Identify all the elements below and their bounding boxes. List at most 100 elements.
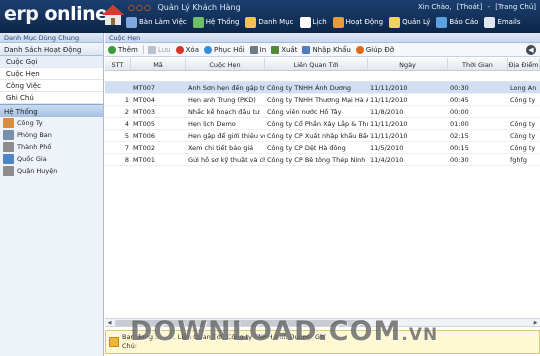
column-header-code[interactable]: Mã: [131, 58, 186, 70]
export-button[interactable]: Xuất: [271, 45, 297, 54]
sidebar-section-activities[interactable]: Danh Sách Hoạt Động: [0, 43, 103, 56]
app-logo[interactable]: erp online: [4, 3, 108, 25]
sidebar-item-company[interactable]: Công Ty: [0, 117, 103, 129]
appointments-grid: STT Mã Cuộc Hẹn Liên Quan Tới Ngày Thời …: [105, 58, 540, 166]
import-icon: [302, 45, 311, 54]
system-icon: [192, 16, 204, 28]
city-icon: [3, 142, 14, 152]
stt-cell: 1: [124, 96, 129, 104]
company-icon: [3, 118, 14, 128]
sidebar-item-country[interactable]: Quốc Gia: [0, 153, 103, 165]
folder-icon: [245, 16, 257, 28]
sidebar: Danh Mục Dùng Chung Danh Sách Hoạt Động …: [0, 33, 104, 356]
related-cell: Công ty TNHH Thương Mại Hà Anh: [267, 96, 368, 104]
save-icon: [147, 45, 156, 54]
code-cell: MT003: [133, 108, 155, 116]
help-button[interactable]: Giúp Đỡ: [355, 45, 394, 54]
sidebar-title: Danh Mục Dùng Chung: [0, 33, 103, 43]
help-icon: [355, 45, 364, 54]
column-header-date[interactable]: Ngày: [368, 58, 448, 70]
code-cell: MT006: [133, 132, 155, 140]
location-cell: Công ty: [510, 120, 536, 128]
sidebar-item-city[interactable]: Thành Phố: [0, 141, 103, 153]
home-icon[interactable]: [101, 4, 125, 26]
top-navigation: Bàn Làm Việc Hệ Thống Danh Mục Lịch Hoạt Độn…: [126, 14, 527, 30]
time-cell: 00:00: [450, 108, 469, 116]
sidebar-item-notes[interactable]: Ghi Chú: [0, 92, 103, 104]
table-row[interactable]: 2 MT003 Nhắc kế hoạch đầu tư Công viên nước…: [105, 106, 540, 118]
column-header-appointment[interactable]: Cuộc Hẹn: [186, 58, 265, 70]
nav-item-desk[interactable]: Bàn Làm Việc: [126, 16, 187, 28]
department-icon: [3, 130, 14, 140]
delete-icon: [175, 45, 184, 54]
date-cell: 11/4/2010: [370, 156, 404, 164]
back-arrow-icon[interactable]: ◀: [526, 45, 536, 55]
nav-item-system[interactable]: Hệ Thống: [192, 16, 239, 28]
location-cell: Long An: [510, 84, 537, 92]
table-row[interactable]: 4 MT005 Hẹn lịch Demo Công ty Cổ Phần Xây L…: [105, 118, 540, 130]
appointment-cell: Nhắc kế hoạch đầu tư: [188, 108, 260, 116]
sidebar-section-system[interactable]: Hệ Thống: [0, 104, 103, 117]
code-cell: MT002: [133, 144, 155, 152]
nav-item-manage[interactable]: Quản Lý: [389, 16, 430, 28]
desk-icon: [126, 16, 137, 28]
sidebar-item-calls[interactable]: Cuộc Gọi: [0, 56, 103, 68]
stt-cell: [105, 82, 131, 93]
table-row[interactable]: 1 MT004 Hẹn anh Trung (PKD) Công ty TNHH Th…: [105, 94, 540, 106]
location-cell: Công ty: [510, 144, 536, 152]
scroll-left-icon[interactable]: ◀: [106, 320, 113, 326]
watermark: DOWNLOAD.COM.VN: [130, 316, 439, 347]
related-cell: Công viên nước Hồ Tây: [267, 108, 342, 116]
logout-link[interactable]: [Thoát]: [457, 3, 483, 11]
time-cell: 00:30: [450, 156, 469, 164]
country-icon: [3, 154, 14, 164]
scroll-right-icon[interactable]: ▶: [532, 320, 539, 326]
sidebar-item-appointments[interactable]: Cuộc Hẹn: [0, 68, 103, 80]
print-button[interactable]: In: [249, 45, 266, 54]
column-header-location[interactable]: Địa Điểm: [508, 58, 540, 70]
table-row[interactable]: 7 MT002 Xem chi tiết báo giá Công ty CP Dệt…: [105, 142, 540, 154]
grid-filter-row[interactable]: [105, 71, 540, 82]
nav-item-activity[interactable]: Hoạt Động: [332, 16, 383, 28]
save-button[interactable]: Lưu: [147, 45, 171, 54]
location-cell: fghfg: [510, 156, 527, 164]
related-cell: Công ty Cổ Phần Xây Lắp & Thương mại: [267, 120, 368, 128]
nav-item-email[interactable]: Emails: [484, 16, 521, 28]
district-icon: [3, 166, 14, 176]
sidebar-item-tasks[interactable]: Công Việc: [0, 80, 103, 92]
nav-item-calendar[interactable]: Lịch: [299, 16, 327, 28]
export-icon: [271, 45, 280, 54]
date-cell: 11/5/2010: [370, 144, 404, 152]
related-cell: Công ty TNHH Ánh Dương: [267, 84, 352, 92]
stt-cell: 5: [124, 132, 129, 140]
user-links: Xin Chào, [Thoát] - [Trang Chủ]: [417, 3, 536, 11]
stt-cell: 2: [124, 108, 129, 116]
related-cell: Công ty CP Xuất nhập khẩu Bắc Giang: [267, 132, 368, 140]
table-row[interactable]: MT007 Anh Sơn hẹn đến gặp trực tiếpCông t…: [105, 82, 540, 94]
column-header-time[interactable]: Thời Gian: [448, 58, 508, 70]
nav-item-report[interactable]: Báo Cáo: [436, 16, 478, 28]
table-row[interactable]: 8 MT001 Gửi hồ sơ kỹ thuật và chào giáCông…: [105, 154, 540, 166]
add-button[interactable]: Thêm: [108, 45, 138, 54]
related-cell: Công ty CP Bê tông Thép Ninh Bình: [267, 156, 368, 164]
table-row[interactable]: 5MT006Hẹn gặp để giới thiệu về sản phẩmC…: [105, 130, 540, 142]
sidebar-item-district[interactable]: Quận Huyện: [0, 165, 103, 177]
time-cell: 00:30: [450, 84, 469, 92]
sidebar-item-department[interactable]: Phòng Ban: [0, 129, 103, 141]
column-header-related[interactable]: Liên Quan Tới: [265, 58, 368, 70]
delete-button[interactable]: Xóa: [175, 45, 199, 54]
import-button[interactable]: Nhập Khẩu: [302, 45, 351, 54]
stt-cell: 4: [124, 120, 129, 128]
column-header-stt[interactable]: STT: [105, 58, 131, 70]
add-icon: [108, 45, 116, 54]
stt-cell: 7: [124, 144, 129, 152]
grid-header: STT Mã Cuộc Hẹn Liên Quan Tới Ngày Thời …: [105, 58, 540, 71]
restore-button[interactable]: Phục Hồi: [204, 45, 245, 54]
appointment-cell: Xem chi tiết báo giá: [188, 144, 254, 152]
app-header: erp online ○○○ Quản Lý Khách Hàng Xin Ch…: [0, 0, 540, 33]
appointment-cell: Gửi hồ sơ kỹ thuật và chào giá: [188, 156, 265, 164]
time-cell: 02:15: [450, 132, 469, 140]
stt-cell: 8: [124, 156, 129, 164]
nav-item-folder[interactable]: Danh Mục: [245, 16, 294, 28]
home-link[interactable]: [Trang Chủ]: [495, 3, 536, 11]
